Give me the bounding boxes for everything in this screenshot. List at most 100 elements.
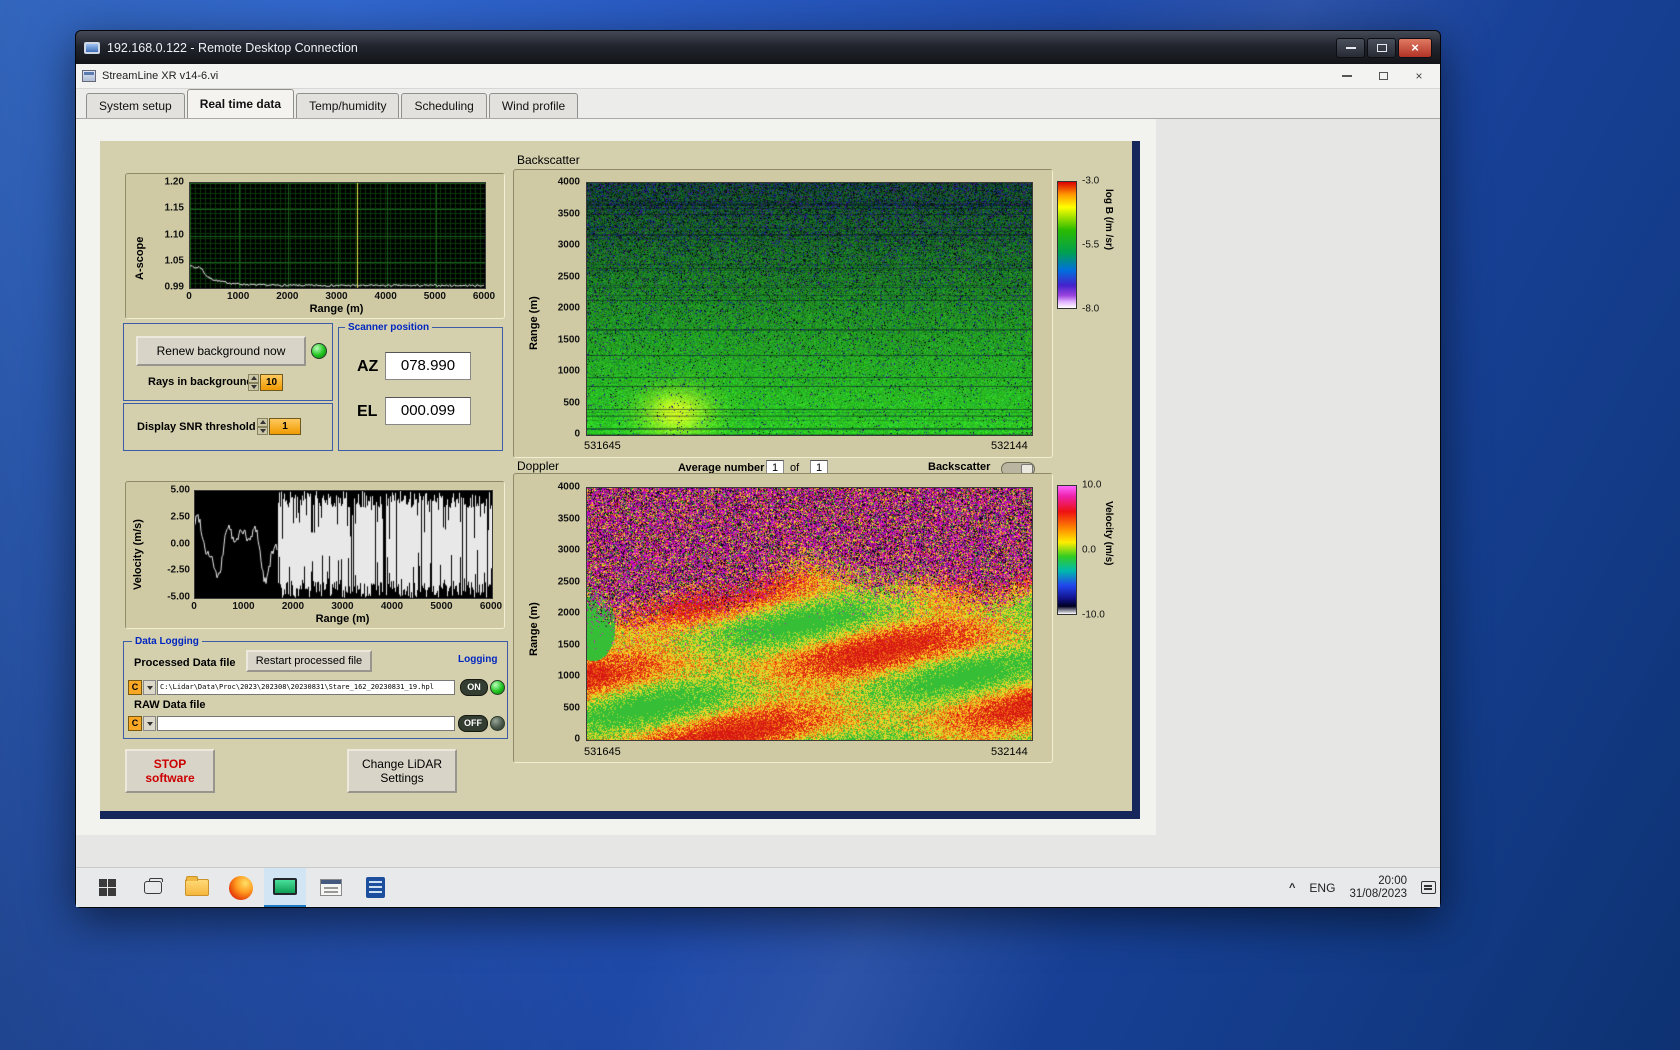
processed-browse-button[interactable] [143, 680, 156, 695]
change-lidar-label-2: Settings [380, 771, 424, 785]
doppler-y-ticks: 4000 3500 3000 2500 2000 1500 1000 500 0 [546, 482, 582, 745]
raw-logging-led [490, 716, 505, 731]
start-button[interactable] [86, 868, 128, 907]
labview-button[interactable] [354, 868, 396, 907]
tick-label: 2000 [276, 291, 299, 302]
app-minimize-button[interactable] [1332, 66, 1362, 87]
file-explorer-button[interactable] [176, 868, 218, 907]
tick-label: 4000 [557, 481, 580, 493]
tab-real-time-data[interactable]: Real time data [186, 89, 295, 118]
tick-label: 1000 [557, 670, 580, 682]
language-indicator[interactable]: ENG [1309, 881, 1335, 895]
ascope-graph [189, 182, 486, 289]
raw-drive-selector[interactable]: C [128, 716, 142, 731]
tick-label: 0 [574, 428, 580, 440]
change-lidar-settings-button[interactable]: Change LiDAR Settings [347, 749, 457, 793]
tick-label: 1.10 [164, 229, 184, 240]
scanner-position-title: Scanner position [345, 321, 433, 334]
tick-label: 1000 [557, 365, 580, 377]
clock-date: 31/08/2023 [1349, 887, 1407, 900]
background-controls-box: Renew background now Rays in background … [123, 323, 333, 401]
vi-icon [82, 70, 96, 82]
tab-system-setup[interactable]: System setup [86, 93, 185, 118]
app-restore-button[interactable] [1368, 66, 1398, 87]
increment-icon [259, 420, 266, 425]
labview-icon [365, 877, 385, 898]
tick-label: 1000 [232, 601, 255, 612]
maximize-icon [1376, 43, 1387, 52]
raw-browse-button[interactable] [143, 716, 156, 731]
snr-spinner[interactable] [257, 418, 268, 435]
stop-software-button[interactable]: STOP software [125, 749, 215, 793]
processed-path-field[interactable]: C:\Lidar\Data\Proc\2023\202308\20230831\… [157, 680, 455, 695]
doppler-colorbar-label: Velocity (m/s) [1103, 501, 1114, 566]
app-close-button[interactable]: × [1404, 66, 1434, 87]
tick-label: -5.00 [167, 591, 190, 603]
data-logging-box: Data Logging Processed Data file Restart… [123, 635, 508, 739]
backscatter-y-axis-label: Range (m) [528, 296, 540, 350]
doppler-heatmap [586, 487, 1033, 741]
tick-label: 3000 [557, 544, 580, 556]
backscatter-y-ticks: 4000 3500 3000 2500 2000 1500 1000 500 0 [546, 177, 582, 440]
rdp-window-title: 192.168.0.122 - Remote Desktop Connectio… [107, 40, 358, 55]
taskbar-clock[interactable]: 20:00 31/08/2023 [1349, 875, 1407, 901]
rays-value-field[interactable]: 10 [260, 374, 283, 391]
snr-value-field[interactable]: 1 [269, 418, 301, 435]
streamline-taskbar-button[interactable] [264, 868, 306, 907]
tick-label: 0.00 [170, 538, 190, 549]
firefox-button[interactable] [220, 868, 262, 907]
scanner-position-box: Scanner position AZ 078.990 EL 000.099 [338, 321, 503, 451]
rdp-minimize-button[interactable] [1336, 37, 1365, 58]
ascope-x-axis-label: Range (m) [309, 303, 364, 315]
action-center-icon[interactable] [1421, 881, 1436, 894]
renew-background-button[interactable]: Renew background now [136, 336, 306, 366]
restart-processed-file-button[interactable]: Restart processed file [246, 650, 372, 672]
minimize-icon [1342, 75, 1352, 77]
tick-label: 3500 [557, 208, 580, 219]
raw-path-field[interactable] [157, 716, 455, 731]
processed-logging-toggle[interactable]: ON [460, 679, 488, 696]
rdp-computer-icon [84, 41, 100, 54]
change-lidar-label-1: Change LiDAR [361, 757, 443, 771]
task-view-button[interactable] [132, 868, 174, 907]
scan-scheduler-button[interactable] [310, 868, 352, 907]
ascope-x-ticks: 0 1000 2000 3000 4000 5000 6000 [186, 291, 495, 303]
az-label: AZ [357, 358, 379, 375]
tick-label: 5000 [423, 291, 446, 302]
tick-label: 1500 [557, 334, 580, 345]
tick-label: 1.15 [164, 202, 184, 214]
display-snr-threshold-label: Display SNR threshold [137, 421, 256, 433]
el-label: EL [357, 403, 378, 420]
velocity-x-axis-label: Range (m) [315, 613, 370, 625]
taskbar: ^ ENG 20:00 31/08/2023 [76, 867, 1440, 907]
backscatter-plot-group: Range (m) 4000 3500 3000 2500 2000 1500 1000 50… [513, 169, 1053, 458]
tick-label: -5.5 [1082, 239, 1100, 251]
front-panel-frame: A-scope 1.20 1.15 1.10 1.05 0.99 0 1000 2000 30… [100, 141, 1140, 819]
folder-icon [185, 876, 209, 896]
rdp-titlebar[interactable]: 192.168.0.122 - Remote Desktop Connectio… [76, 31, 1440, 64]
increment-icon [250, 376, 257, 381]
rays-spinner[interactable] [248, 374, 259, 391]
app-titlebar[interactable]: StreamLine XR v14-6.vi × [76, 64, 1440, 89]
az-value: 078.990 [385, 352, 471, 380]
raw-logging-toggle[interactable]: OFF [458, 715, 488, 732]
minimize-icon [1345, 46, 1356, 49]
rdp-close-button[interactable]: × [1398, 37, 1432, 58]
tick-label: 2000 [557, 302, 580, 314]
processed-drive-selector[interactable]: C [128, 680, 142, 695]
velocity-y-ticks: 5.00 2.50 0.00 -2.50 -5.00 [156, 485, 192, 603]
scheduler-window-icon [320, 879, 342, 896]
rdp-maximize-button[interactable] [1367, 37, 1396, 58]
firefox-icon [229, 875, 253, 900]
doppler-x-end-label: 532144 [991, 746, 1028, 758]
tray-expand-button[interactable]: ^ [1289, 882, 1295, 894]
tick-label: 5000 [430, 601, 453, 612]
tick-label: -8.0 [1082, 303, 1100, 315]
tick-label: 2500 [557, 271, 580, 282]
tab-temp-humidity[interactable]: Temp/humidity [296, 93, 400, 118]
tab-scheduling[interactable]: Scheduling [401, 93, 487, 118]
tick-label: -10.0 [1082, 609, 1105, 621]
tab-wind-profile[interactable]: Wind profile [488, 93, 579, 118]
tick-label: 0.0 [1082, 544, 1096, 556]
data-logging-title: Data Logging [132, 635, 202, 648]
